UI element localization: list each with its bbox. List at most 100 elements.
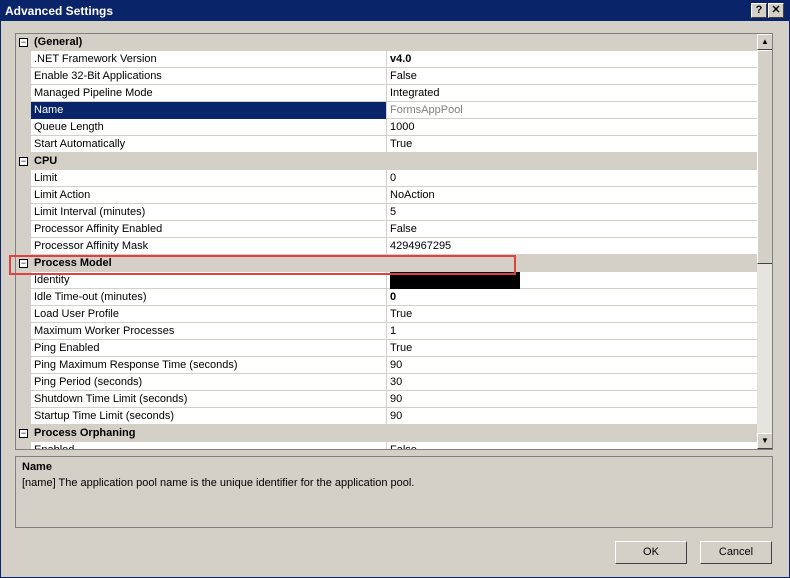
property-name[interactable]: Limit Interval (minutes)	[31, 204, 387, 221]
row-gutter	[16, 408, 31, 425]
property-row[interactable]: Enable 32-Bit Applications False	[16, 68, 757, 85]
property-value[interactable]: True	[388, 136, 757, 153]
row-gutter	[16, 170, 31, 187]
help-button[interactable]: ?	[751, 3, 767, 18]
property-row[interactable]: Ping Enabled True	[16, 340, 757, 357]
property-row[interactable]: Limit Action NoAction	[16, 187, 757, 204]
property-value[interactable]: 0	[388, 289, 757, 306]
property-value[interactable]: 90	[388, 357, 757, 374]
row-gutter	[16, 204, 31, 221]
property-name[interactable]: Shutdown Time Limit (seconds)	[31, 391, 387, 408]
description-title: Name	[22, 461, 52, 473]
row-gutter	[16, 391, 31, 408]
property-row[interactable]: Name FormsAppPool	[16, 102, 757, 119]
row-gutter	[16, 357, 31, 374]
property-value[interactable]: 1000	[388, 119, 757, 136]
property-name[interactable]: Name	[31, 102, 387, 119]
property-value[interactable]: FormsAppPool	[388, 102, 757, 119]
property-value[interactable]: 90	[388, 391, 757, 408]
property-value[interactable]: False	[388, 221, 757, 238]
scroll-up-icon[interactable]: ▲	[757, 34, 772, 50]
property-name[interactable]: Ping Period (seconds)	[31, 374, 387, 391]
property-value[interactable]: False	[388, 68, 757, 85]
property-name[interactable]: Startup Time Limit (seconds)	[31, 408, 387, 425]
property-row[interactable]: Load User Profile True	[16, 306, 757, 323]
property-value[interactable]: 5	[388, 204, 757, 221]
property-row[interactable]: Queue Length 1000	[16, 119, 757, 136]
row-gutter	[16, 119, 31, 136]
close-button[interactable]: ✕	[768, 3, 784, 18]
scroll-down-icon[interactable]: ▼	[757, 433, 772, 449]
category-row[interactable]: − CPU	[16, 153, 757, 170]
dialog-title: Advanced Settings	[5, 4, 114, 18]
property-row[interactable]: Maximum Worker Processes 1	[16, 323, 757, 340]
property-row[interactable]: Ping Period (seconds) 30	[16, 374, 757, 391]
property-value[interactable]: NoAction	[388, 187, 757, 204]
property-row[interactable]: Startup Time Limit (seconds) 90	[16, 408, 757, 425]
property-value[interactable]: True	[388, 306, 757, 323]
collapse-icon[interactable]: −	[19, 429, 28, 438]
ok-button[interactable]: OK	[615, 541, 687, 564]
row-gutter	[16, 221, 31, 238]
collapse-icon[interactable]: −	[19, 157, 28, 166]
row-gutter	[16, 238, 31, 255]
category-label: CPU	[34, 155, 58, 167]
row-gutter	[16, 323, 31, 340]
row-gutter	[16, 136, 31, 153]
row-gutter	[16, 102, 31, 119]
property-name[interactable]: Idle Time-out (minutes)	[31, 289, 387, 306]
row-gutter	[16, 374, 31, 391]
property-row[interactable]: Limit Interval (minutes) 5	[16, 204, 757, 221]
description-panel: Name [name] The application pool name is…	[15, 456, 773, 528]
property-value[interactable]: 1	[388, 323, 757, 340]
property-name[interactable]: Enable 32-Bit Applications	[31, 68, 387, 85]
property-value[interactable]: v4.0	[388, 51, 757, 68]
property-name[interactable]: Limit Action	[31, 187, 387, 204]
property-row[interactable]: Managed Pipeline Mode Integrated	[16, 85, 757, 102]
property-value[interactable]: 4294967295	[388, 238, 757, 255]
property-grid: Enabled False − Process Orphaning Startup Ti…	[15, 33, 773, 450]
category-label: (General)	[34, 36, 83, 48]
vertical-scrollbar[interactable]: ▲ ▼	[757, 34, 772, 449]
property-value[interactable]: 30	[388, 374, 757, 391]
advanced-settings-dialog: Advanced Settings ? ✕ Enabled False − Proce…	[0, 0, 790, 578]
property-name[interactable]: Queue Length	[31, 119, 387, 136]
property-value[interactable]: True	[388, 340, 757, 357]
collapse-icon[interactable]: −	[19, 38, 28, 47]
row-gutter	[16, 340, 31, 357]
category-row[interactable]: − (General)	[16, 34, 757, 51]
property-value[interactable]: 90	[388, 408, 757, 425]
property-row[interactable]: Limit 0	[16, 170, 757, 187]
property-name[interactable]: Start Automatically	[31, 136, 387, 153]
scroll-thumb[interactable]	[757, 50, 772, 264]
property-row[interactable]: Processor Affinity Enabled False	[16, 221, 757, 238]
property-name[interactable]: .NET Framework Version	[31, 51, 387, 68]
property-row[interactable]: .NET Framework Version v4.0	[16, 51, 757, 68]
row-gutter	[16, 85, 31, 102]
row-gutter	[16, 306, 31, 323]
property-name[interactable]: Limit	[31, 170, 387, 187]
row-gutter	[16, 187, 31, 204]
property-row[interactable]: Start Automatically True	[16, 136, 757, 153]
property-name[interactable]: Processor Affinity Mask	[31, 238, 387, 255]
row-gutter	[16, 442, 31, 449]
property-name[interactable]: Processor Affinity Enabled	[31, 221, 387, 238]
property-value[interactable]: False	[388, 442, 757, 449]
property-name[interactable]: Maximum Worker Processes	[31, 323, 387, 340]
property-row[interactable]: Ping Maximum Response Time (seconds) 90	[16, 357, 757, 374]
property-name[interactable]: Load User Profile	[31, 306, 387, 323]
property-name[interactable]: Ping Enabled	[31, 340, 387, 357]
cancel-button[interactable]: Cancel	[700, 541, 772, 564]
property-row[interactable]: Processor Affinity Mask 4294967295	[16, 238, 757, 255]
property-row[interactable]: Enabled False	[16, 442, 757, 449]
category-row[interactable]: − Process Orphaning	[16, 425, 757, 442]
category-label: Process Orphaning	[34, 427, 136, 439]
property-value[interactable]: 0	[388, 170, 757, 187]
property-name[interactable]: Ping Maximum Response Time (seconds)	[31, 357, 387, 374]
property-name[interactable]: Enabled	[31, 442, 387, 449]
property-row[interactable]: Shutdown Time Limit (seconds) 90	[16, 391, 757, 408]
property-row[interactable]: Idle Time-out (minutes) 0	[16, 289, 757, 306]
description-text: [name] The application pool name is the …	[22, 477, 415, 489]
property-value[interactable]: Integrated	[388, 85, 757, 102]
property-name[interactable]: Managed Pipeline Mode	[31, 85, 387, 102]
